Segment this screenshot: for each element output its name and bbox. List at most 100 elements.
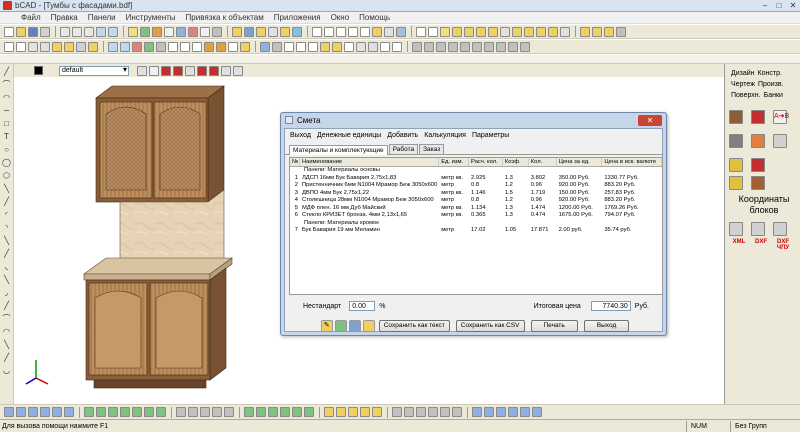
- table-row[interactable]: 5 МДФ плен. 16 мм Дуб Майский метр кв. 1…: [290, 205, 662, 213]
- tool-icon[interactable]: [440, 26, 450, 37]
- save-as-csv-button[interactable]: Сохранить как CSV: [455, 320, 525, 332]
- dialog-menu-exit[interactable]: Выход: [287, 132, 314, 139]
- column-header[interactable]: Коэф.: [503, 158, 529, 166]
- dialog-menu-currency[interactable]: Денежные единицы: [314, 132, 384, 139]
- exit-button[interactable]: Выход: [583, 320, 630, 332]
- table-row[interactable]: Панели: Материалы основы: [290, 167, 662, 175]
- crosshair-icon[interactable]: [428, 26, 438, 37]
- tool-icon[interactable]: [88, 41, 98, 52]
- tool-icon[interactable]: [751, 176, 765, 190]
- tool-icon[interactable]: [212, 26, 222, 37]
- close-button[interactable]: ✕: [786, 0, 800, 11]
- save-as-text-button[interactable]: Сохранить как текст: [378, 320, 450, 332]
- tool-icon[interactable]: [180, 41, 190, 52]
- tool-icon[interactable]: [216, 41, 226, 52]
- tool-icon[interactable]: [440, 407, 450, 417]
- tool-icon[interactable]: ╱: [1, 353, 12, 363]
- tool-icon[interactable]: [404, 407, 414, 417]
- tool-icon[interactable]: [380, 41, 390, 52]
- tool-icon[interactable]: [64, 41, 74, 52]
- tool-icon[interactable]: [64, 407, 74, 417]
- tool-icon[interactable]: [137, 65, 147, 76]
- table-row[interactable]: 2 Пристенничник 6мм N1004 Мрамор Беж 305…: [290, 182, 662, 190]
- tool-icon[interactable]: [272, 41, 282, 52]
- tool-icon[interactable]: [344, 41, 354, 52]
- tool-icon[interactable]: [324, 407, 334, 417]
- column-header[interactable]: Цена за ед.: [557, 158, 603, 166]
- tool-icon[interactable]: [52, 41, 62, 52]
- tool-icon[interactable]: [592, 26, 602, 37]
- text-icon[interactable]: T: [1, 132, 12, 142]
- line-icon[interactable]: ╱: [1, 67, 12, 77]
- tool-icon[interactable]: [362, 320, 375, 332]
- column-header[interactable]: Кол.: [529, 158, 557, 166]
- cabinet-icon[interactable]: [729, 110, 743, 124]
- tool-icon[interactable]: [284, 41, 294, 52]
- tool-icon[interactable]: ╱: [1, 249, 12, 259]
- tool-icon[interactable]: [548, 26, 558, 37]
- tool-icon[interactable]: [76, 41, 86, 52]
- tool-icon[interactable]: [372, 26, 382, 37]
- tool-icon[interactable]: [348, 407, 358, 417]
- tool-icon[interactable]: [488, 26, 498, 37]
- menu-file[interactable]: Файл: [16, 13, 46, 22]
- tool-icon[interactable]: [304, 407, 314, 417]
- zoom-icon[interactable]: [312, 26, 322, 37]
- tool-icon[interactable]: [209, 65, 219, 76]
- tool-icon[interactable]: [348, 320, 361, 332]
- tool-icon[interactable]: [424, 41, 434, 52]
- tool-icon[interactable]: [256, 26, 266, 37]
- dialog-menu-params[interactable]: Параметры: [469, 132, 512, 139]
- tool-icon[interactable]: [212, 407, 222, 417]
- tool-icon[interactable]: [28, 41, 38, 52]
- tool-icon[interactable]: [96, 407, 106, 417]
- tool-icon[interactable]: [152, 26, 162, 37]
- dxf-export-icon[interactable]: DXF: [751, 239, 771, 245]
- tab-design[interactable]: Дизайн: [731, 70, 755, 77]
- tool-icon[interactable]: [484, 407, 494, 417]
- tool-icon[interactable]: ◝: [1, 223, 12, 233]
- cut-icon[interactable]: [60, 26, 70, 37]
- tool-icon[interactable]: [729, 158, 743, 172]
- tool-icon[interactable]: [773, 134, 787, 148]
- tool-icon[interactable]: [224, 407, 234, 417]
- tool-icon[interactable]: [188, 26, 198, 37]
- tool-icon[interactable]: [240, 41, 250, 52]
- tool-icon[interactable]: [28, 407, 38, 417]
- maximize-button[interactable]: □: [772, 0, 786, 11]
- tool-icon[interactable]: [244, 26, 254, 37]
- tool-icon[interactable]: [156, 407, 166, 417]
- layer-select[interactable]: default: [59, 65, 129, 76]
- tool-icon[interactable]: ◟: [1, 262, 12, 272]
- tool-icon[interactable]: [132, 407, 142, 417]
- tool-icon[interactable]: [500, 26, 510, 37]
- tab-production[interactable]: Произв.: [758, 81, 784, 88]
- column-header[interactable]: Наименование: [300, 158, 440, 166]
- tool-icon[interactable]: [416, 407, 426, 417]
- tool-icon[interactable]: ╱: [1, 197, 12, 207]
- tool-icon[interactable]: [232, 26, 242, 37]
- tool-icon[interactable]: [508, 41, 518, 52]
- tab-construct[interactable]: Констр.: [758, 70, 782, 77]
- minimize-button[interactable]: –: [758, 0, 772, 11]
- polygon-icon[interactable]: ⬡: [1, 171, 12, 181]
- tool-icon[interactable]: [452, 407, 462, 417]
- tool-icon[interactable]: [532, 407, 542, 417]
- color-swatch[interactable]: [34, 66, 43, 75]
- menu-help[interactable]: Помощь: [354, 13, 395, 22]
- tool-icon[interactable]: [168, 41, 178, 52]
- tool-icon[interactable]: ◞: [1, 288, 12, 298]
- rectangle-icon[interactable]: □: [1, 119, 12, 129]
- column-header[interactable]: Расч. кол.: [469, 158, 503, 166]
- tool-icon[interactable]: [40, 41, 50, 52]
- menu-apps[interactable]: Приложения: [269, 13, 326, 22]
- tool-icon[interactable]: [384, 26, 394, 37]
- redo-icon[interactable]: [108, 26, 118, 37]
- tool-icon[interactable]: [334, 320, 347, 332]
- tool-icon[interactable]: [156, 41, 166, 52]
- undo-icon[interactable]: [96, 26, 106, 37]
- circle-icon[interactable]: ○: [1, 145, 12, 155]
- tool-icon[interactable]: [751, 110, 765, 124]
- pan-icon[interactable]: [348, 26, 358, 37]
- zoom-out-icon[interactable]: [336, 26, 346, 37]
